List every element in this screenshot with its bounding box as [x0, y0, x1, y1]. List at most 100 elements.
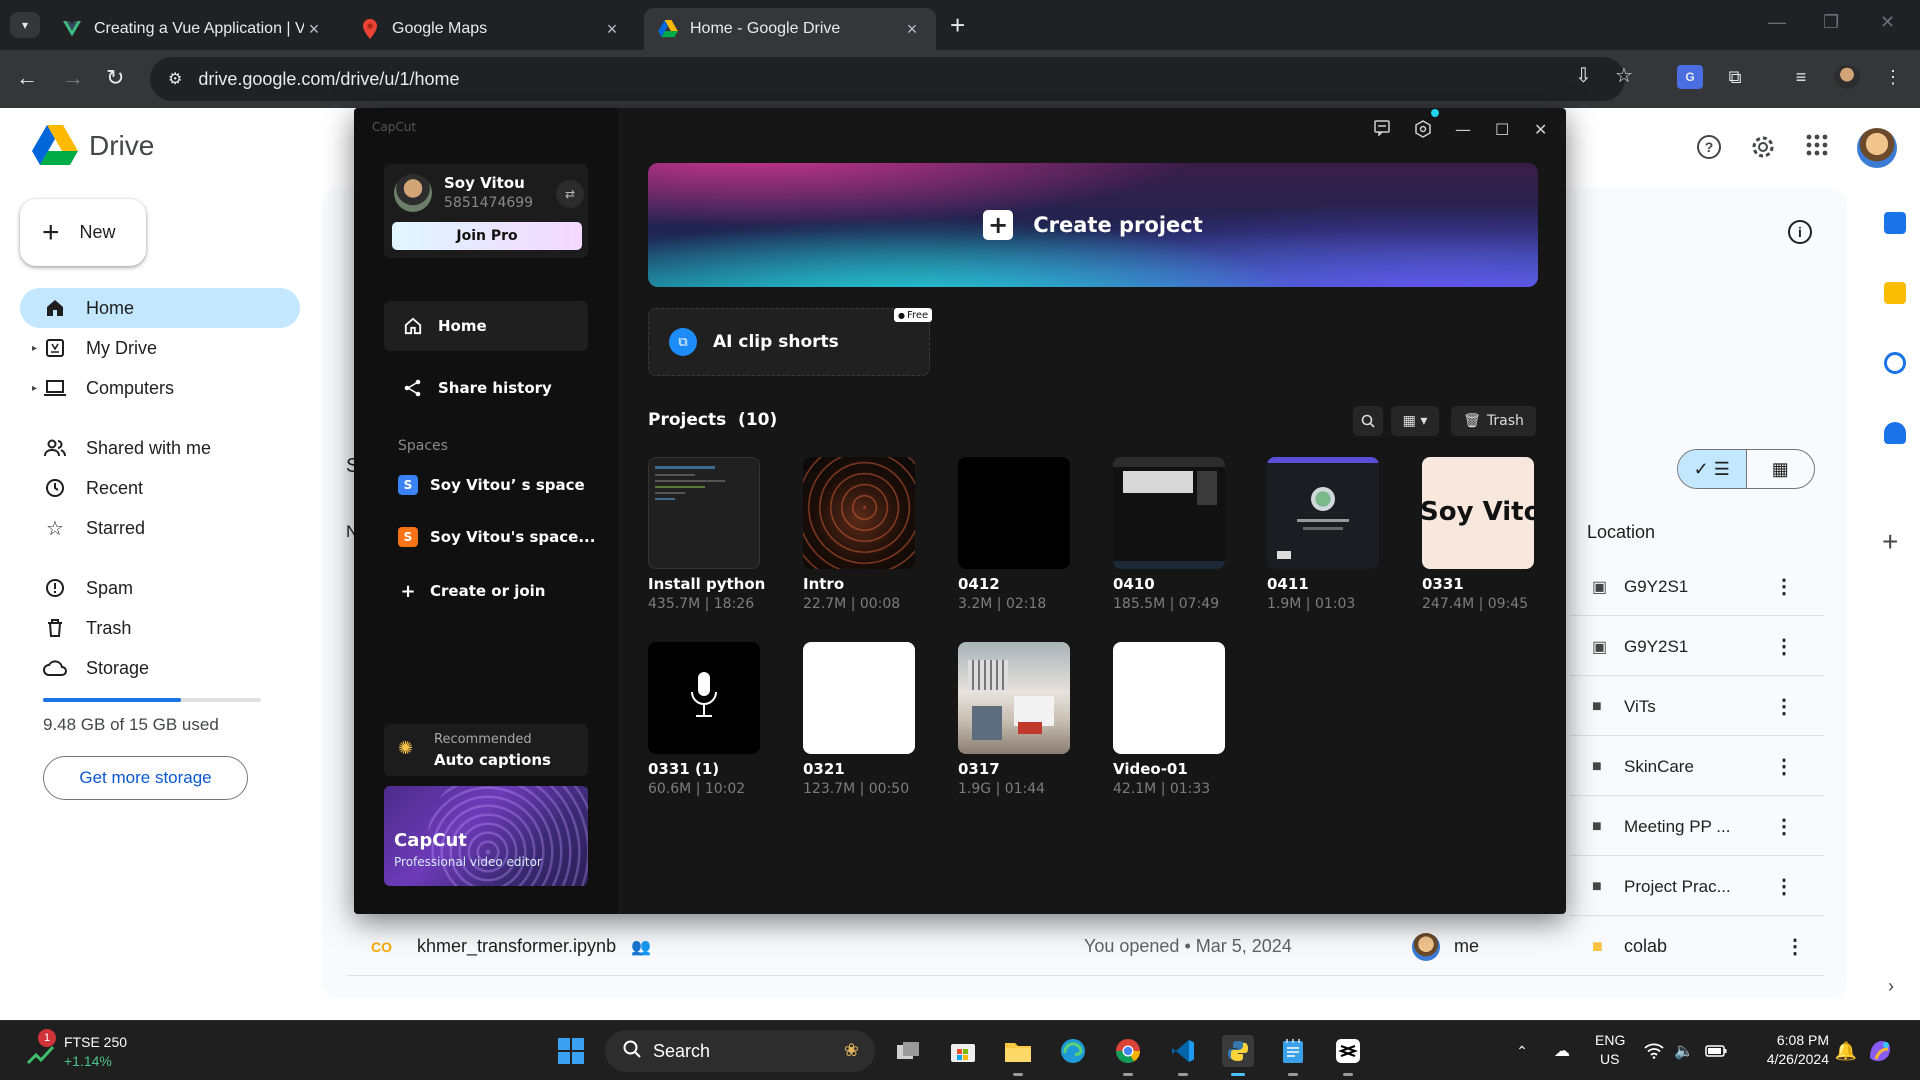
file-explorer-icon[interactable] — [1002, 1035, 1034, 1067]
help-icon[interactable]: ? — [1696, 134, 1722, 167]
stock-name[interactable]: FTSE 250 — [64, 1033, 127, 1051]
space-item[interactable]: S Soy Vitou’ s space — [398, 473, 585, 497]
expand-caret-icon[interactable]: ▸ — [32, 343, 37, 354]
new-tab-button[interactable]: + — [950, 12, 965, 38]
project-card[interactable]: 0410 185.5M | 07:49 — [1113, 457, 1243, 612]
project-card[interactable]: 0412 3.2M | 02:18 — [958, 457, 1088, 612]
input-region[interactable]: US — [1600, 1050, 1619, 1068]
maximize-icon[interactable]: ☐ — [1495, 120, 1509, 139]
table-row[interactable]: ■ Project Prac... ⋮ — [1570, 858, 1824, 916]
tab-google-drive[interactable]: Home - Google Drive × — [644, 8, 936, 50]
tab-close-icon[interactable]: × — [304, 19, 324, 40]
sidebar-item-recent[interactable]: Recent — [20, 468, 300, 508]
more-options-icon[interactable]: ⋮ — [1774, 634, 1794, 659]
get-more-storage-button[interactable]: Get more storage — [43, 756, 248, 800]
windows-start-icon[interactable] — [555, 1035, 587, 1067]
sidebar-item-computers[interactable]: ▸ Computers — [20, 368, 300, 408]
expand-caret-icon[interactable]: ▸ — [32, 383, 37, 394]
profile-avatar[interactable] — [1834, 65, 1860, 89]
sidebar-item-my-drive[interactable]: ▸ My Drive — [20, 328, 300, 368]
switch-account-icon[interactable]: ⇄ — [556, 180, 584, 208]
location-column-header[interactable]: Location — [1587, 522, 1655, 543]
tab-search-dropdown-icon[interactable]: ▾ — [10, 12, 40, 38]
table-row[interactable]: ■ Meeting PP ... ⋮ — [1570, 798, 1824, 856]
battery-icon[interactable] — [1700, 1035, 1732, 1067]
site-info-icon[interactable]: ⚙ — [168, 69, 182, 89]
project-card[interactable]: Intro 22.7M | 00:08 — [803, 457, 933, 612]
recommended-auto-captions[interactable]: ✺ Recommended Auto captions — [384, 724, 588, 776]
tasks-icon[interactable] — [1884, 352, 1906, 374]
vscode-icon[interactable] — [1167, 1035, 1199, 1067]
sidebar-item-home[interactable]: Home — [20, 288, 300, 328]
table-row[interactable]: ■ SkinCare ⋮ — [1570, 738, 1824, 796]
chrome-icon[interactable] — [1112, 1035, 1144, 1067]
copilot-icon[interactable] — [1864, 1035, 1896, 1067]
table-row[interactable]: ▣ G9Y2S1 ⋮ — [1570, 618, 1824, 676]
project-card[interactable]: Install python 435.7M | 18:26 — [648, 457, 778, 612]
view-options-icon[interactable]: ▦ ▾ — [1391, 406, 1439, 436]
close-icon[interactable]: ✕ — [1880, 12, 1895, 33]
project-card[interactable]: 0411 1.9M | 01:03 — [1267, 457, 1397, 612]
grid-view-icon[interactable]: ▦ — [1747, 450, 1815, 488]
ai-clip-shorts-button[interactable]: ⧉ AI clip shorts — [648, 308, 930, 376]
settings-gear-icon[interactable] — [1414, 120, 1432, 142]
onedrive-cloud-icon[interactable]: ☁ — [1546, 1035, 1578, 1067]
join-pro-button[interactable]: Join Pro — [392, 222, 582, 250]
apps-grid-icon[interactable] — [1806, 134, 1828, 163]
space-item[interactable]: S Soy Vitou's space... — [398, 525, 595, 549]
project-card[interactable]: 0317 1.9G | 01:44 — [958, 642, 1088, 797]
trash-button[interactable]: 🗑 Trash — [1451, 406, 1536, 436]
list-view-icon[interactable]: ✓ ☰ — [1678, 450, 1747, 488]
minimize-icon[interactable]: — — [1768, 12, 1786, 33]
input-language[interactable]: ENG — [1595, 1031, 1625, 1049]
project-card[interactable]: Video-01 42.1M | 01:33 — [1113, 642, 1243, 797]
user-avatar[interactable] — [394, 174, 432, 212]
more-options-icon[interactable]: ⋮ — [1774, 574, 1794, 599]
notepad-icon[interactable] — [1277, 1035, 1309, 1067]
tab-vue[interactable]: Creating a Vue Application | Vue.js × — [48, 8, 338, 50]
show-hidden-icons-chevron-icon[interactable]: ⌃ — [1506, 1035, 1538, 1067]
capcut-nav-home[interactable]: Home — [384, 301, 588, 351]
more-options-icon[interactable]: ⋮ — [1785, 934, 1805, 959]
add-addon-icon[interactable]: + — [1882, 526, 1898, 558]
keep-icon[interactable] — [1884, 282, 1906, 304]
more-options-icon[interactable]: ⋮ — [1774, 754, 1794, 779]
notification-bell-icon[interactable]: 🔔 — [1830, 1035, 1862, 1067]
extensions-puzzle-icon[interactable]: ⧉ — [1722, 65, 1748, 89]
chevron-right-icon[interactable]: › — [1888, 976, 1894, 997]
translate-extension-icon[interactable]: G — [1677, 65, 1703, 89]
project-card[interactable]: 0321 123.7M | 00:50 — [803, 642, 933, 797]
restore-icon[interactable]: ❐ — [1823, 12, 1839, 33]
sidebar-item-spam[interactable]: Spam — [20, 568, 300, 608]
address-bar[interactable]: ⚙ drive.google.com/drive/u/1/home — [150, 57, 1625, 101]
close-icon[interactable]: ✕ — [1534, 120, 1547, 139]
wifi-icon[interactable] — [1638, 1035, 1670, 1067]
create-or-join-space[interactable]: + Create or join — [398, 579, 545, 603]
project-card[interactable]: 0331 (1) 60.6M | 10:02 — [648, 642, 778, 797]
python-icon[interactable] — [1222, 1035, 1254, 1067]
table-row[interactable]: ▣ G9Y2S1 ⋮ — [1570, 558, 1824, 616]
calendar-icon[interactable] — [1884, 212, 1906, 234]
sidebar-item-trash[interactable]: Trash — [20, 608, 300, 648]
media-control-icon[interactable]: ≡ — [1788, 65, 1814, 89]
clock-time[interactable]: 6:08 PM — [1757, 1031, 1829, 1049]
volume-icon[interactable]: 🔈 — [1668, 1035, 1700, 1067]
edge-browser-icon[interactable] — [1057, 1035, 1089, 1067]
table-row[interactable]: ■ ViTs ⋮ — [1570, 678, 1824, 736]
clock-date[interactable]: 4/26/2024 — [1747, 1050, 1829, 1068]
more-options-icon[interactable]: ⋮ — [1774, 814, 1794, 839]
install-app-icon[interactable]: ⇩ — [1575, 63, 1592, 88]
account-avatar[interactable] — [1857, 128, 1897, 168]
minimize-icon[interactable]: — — [1455, 120, 1471, 139]
taskbar-search[interactable]: Search ❀ — [605, 1030, 875, 1072]
forward-icon[interactable]: → — [62, 64, 84, 92]
capcut-promo-banner[interactable]: CapCut Professional video editor — [384, 786, 588, 886]
tab-close-icon[interactable]: × — [902, 19, 922, 40]
more-options-icon[interactable]: ⋮ — [1774, 694, 1794, 719]
search-icon[interactable] — [1353, 406, 1383, 436]
create-project-button[interactable]: + Create project — [648, 163, 1538, 287]
project-card[interactable]: Soy Vitou 0331 247.4M | 09:45 — [1422, 457, 1552, 612]
tab-close-icon[interactable]: × — [602, 19, 622, 40]
info-icon[interactable]: i — [1788, 220, 1812, 244]
tab-google-maps[interactable]: Google Maps × — [346, 8, 636, 50]
